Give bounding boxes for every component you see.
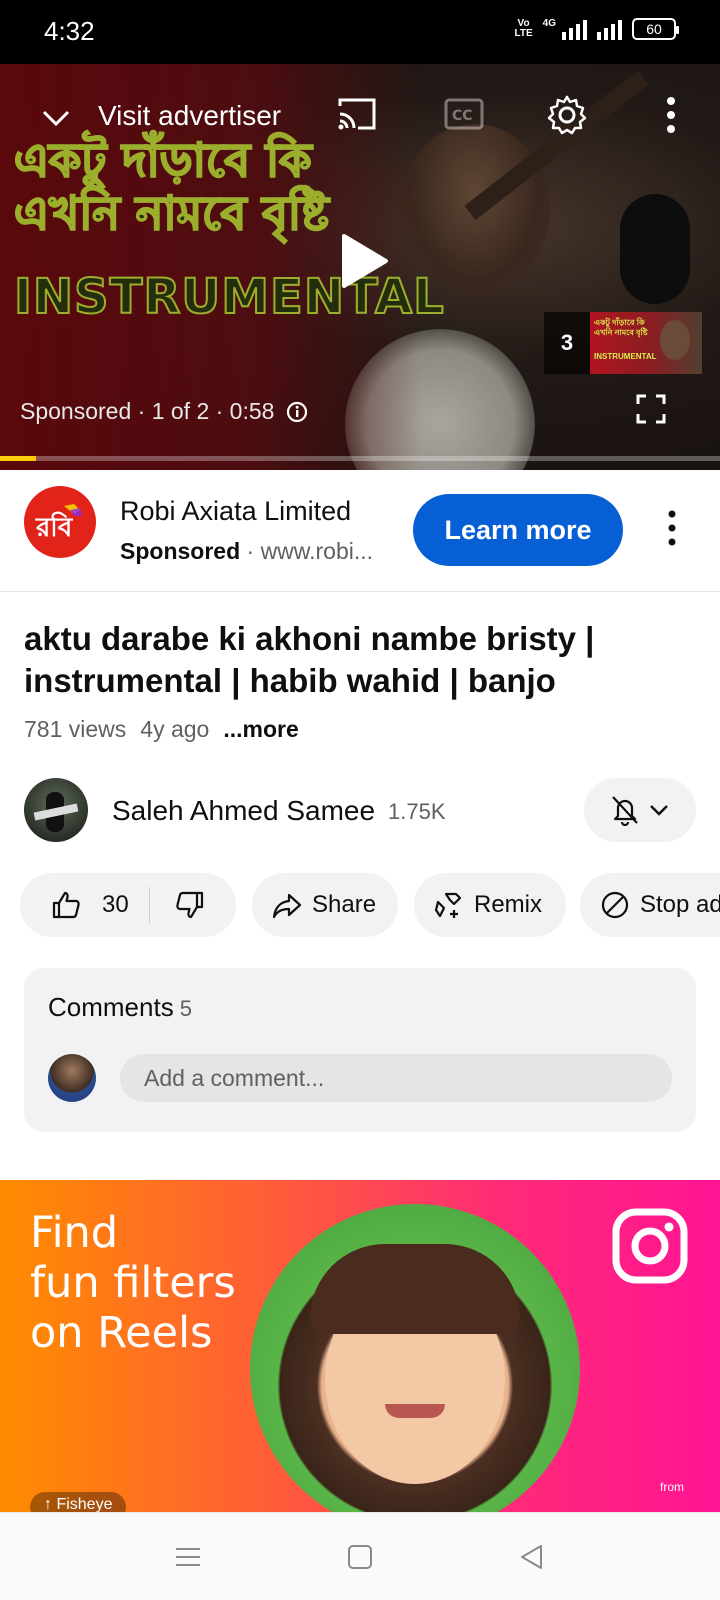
instagram-ad-from: from bbox=[660, 1480, 684, 1494]
play-icon[interactable] bbox=[340, 232, 390, 290]
instagram-logo-icon bbox=[612, 1208, 688, 1284]
captions-icon[interactable]: CC bbox=[444, 98, 484, 130]
view-count: 781 views bbox=[24, 716, 127, 742]
recents-menu-icon[interactable] bbox=[172, 1541, 204, 1573]
ad-photo-mouth bbox=[385, 1404, 445, 1418]
instagram-ad-headline-text: Find fun filters on Reels bbox=[30, 1208, 236, 1358]
video-meta[interactable]: 781 views 4y ago ...more bbox=[24, 716, 299, 743]
block-icon bbox=[601, 891, 629, 919]
add-comment-input[interactable]: Add a comment... bbox=[120, 1054, 672, 1102]
instagram-ad-effect-chip: ↑ Fisheye bbox=[30, 1492, 127, 1512]
settings-gear-icon[interactable] bbox=[546, 94, 588, 136]
up-next-thumb-text: একটু দাঁড়াবে কি এখনি নামবে বৃষ্টি bbox=[594, 318, 648, 337]
learn-more-button[interactable]: Learn more bbox=[413, 494, 623, 566]
instagram-ad-banner[interactable]: Find fun filters on Reels from ↑ Fisheye bbox=[0, 1180, 720, 1512]
signal-icon-1 bbox=[562, 18, 587, 40]
up-next-thumb-text-2: INSTRUMENTAL bbox=[594, 352, 657, 361]
ad-photo-hair bbox=[310, 1244, 520, 1334]
share-label: Share bbox=[312, 891, 377, 918]
remix-label: Remix bbox=[474, 891, 543, 918]
status-time: 4:32 bbox=[44, 16, 95, 46]
collapse-chevron-icon[interactable] bbox=[38, 100, 74, 136]
like-divider bbox=[148, 887, 150, 923]
like-count[interactable]: 30 bbox=[102, 891, 129, 919]
more-vert-icon[interactable] bbox=[656, 94, 686, 136]
comments-panel[interactable]: Comments 5 Add a comment... bbox=[24, 968, 696, 1132]
bell-off-icon bbox=[612, 796, 638, 826]
like-thumb-icon[interactable] bbox=[50, 889, 82, 921]
volte-indicator: Vo LTE bbox=[514, 18, 533, 39]
system-nav-bar bbox=[0, 1512, 720, 1600]
subscription-notification-button[interactable] bbox=[584, 778, 696, 842]
ad-progress-bar[interactable] bbox=[0, 456, 720, 461]
stop-ads-button[interactable]: Stop ads bbox=[580, 873, 720, 937]
description-more-link[interactable]: ...more bbox=[223, 716, 298, 743]
upload-age: 4y ago bbox=[140, 716, 210, 742]
remix-button[interactable]: Remix bbox=[414, 873, 566, 937]
video-player[interactable]: একটু দাঁড়াবে কি এখনি নামবে বৃষ্টি INSTR… bbox=[0, 64, 720, 470]
svg-text:রবি: রবি bbox=[35, 511, 74, 542]
ad-progress-fill bbox=[0, 456, 36, 461]
robi-logo-icon: রবি bbox=[35, 504, 82, 542]
up-next-count: 3 bbox=[544, 312, 590, 374]
ad-more-vert-icon[interactable] bbox=[662, 506, 682, 550]
instagram-ad-photo bbox=[250, 1204, 580, 1512]
fullscreen-icon[interactable] bbox=[636, 394, 666, 424]
advertiser-name[interactable]: Robi Axiata Limited bbox=[120, 496, 351, 527]
advertiser-logo[interactable]: রবি bbox=[24, 486, 96, 558]
video-title[interactable]: aktu darabe ki akhoni nambe bristy | ins… bbox=[24, 618, 694, 702]
signal-icon-2 bbox=[597, 18, 622, 40]
like-dislike-chip: 30 bbox=[20, 873, 236, 937]
up-next-preview[interactable]: 3 একটু দাঁড়াবে কি এখনি নামবে বৃষ্টি INS… bbox=[544, 312, 704, 374]
share-arrow-icon bbox=[272, 893, 302, 919]
home-square-icon[interactable] bbox=[344, 1541, 376, 1573]
stop-ads-label: Stop ads bbox=[640, 891, 720, 918]
ad-meta: Sponsored · www.robi... bbox=[120, 538, 373, 565]
back-triangle-icon[interactable] bbox=[516, 1541, 548, 1573]
remix-icon bbox=[434, 892, 462, 918]
up-next-thumb-figure bbox=[660, 320, 690, 360]
visit-advertiser-link[interactable]: Visit advertiser bbox=[98, 100, 281, 132]
share-button[interactable]: Share bbox=[252, 873, 398, 937]
info-icon[interactable] bbox=[286, 401, 308, 423]
ad-info-text: Sponsored · 1 of 2 · 0:58 bbox=[20, 398, 275, 424]
dislike-thumb-icon[interactable] bbox=[174, 889, 206, 921]
ad-advertiser-row: রবি Robi Axiata Limited Sponsored · www.… bbox=[0, 470, 720, 592]
chevron-down-icon bbox=[650, 805, 668, 816]
status-icons: Vo LTE 4G 60 bbox=[514, 17, 679, 40]
cast-icon[interactable] bbox=[336, 96, 378, 132]
comments-title: Comments bbox=[48, 992, 174, 1022]
instagram-ad-headline: Find fun filters on Reels bbox=[30, 1208, 236, 1358]
battery-icon: 60 bbox=[632, 18, 679, 40]
status-bar: 4:32 Vo LTE 4G 60 bbox=[0, 0, 720, 64]
ad-info: Sponsored · 1 of 2 · 0:58 bbox=[20, 398, 308, 425]
comments-header: Comments 5 bbox=[48, 992, 192, 1023]
channel-avatar[interactable] bbox=[24, 778, 88, 842]
subscriber-count: 1.75K bbox=[388, 799, 446, 824]
sponsored-label: Sponsored bbox=[120, 538, 241, 564]
advertiser-url[interactable]: · www.robi... bbox=[240, 538, 374, 564]
user-avatar bbox=[48, 1054, 96, 1102]
up-next-thumbnail: একটু দাঁড়াবে কি এখনি নামবে বৃষ্টি INSTR… bbox=[590, 312, 702, 374]
network-type: 4G bbox=[542, 17, 556, 29]
svg-text:CC: CC bbox=[452, 108, 473, 124]
channel-name[interactable]: Saleh Ahmed Samee bbox=[112, 795, 375, 827]
comments-count: 5 bbox=[179, 996, 192, 1021]
